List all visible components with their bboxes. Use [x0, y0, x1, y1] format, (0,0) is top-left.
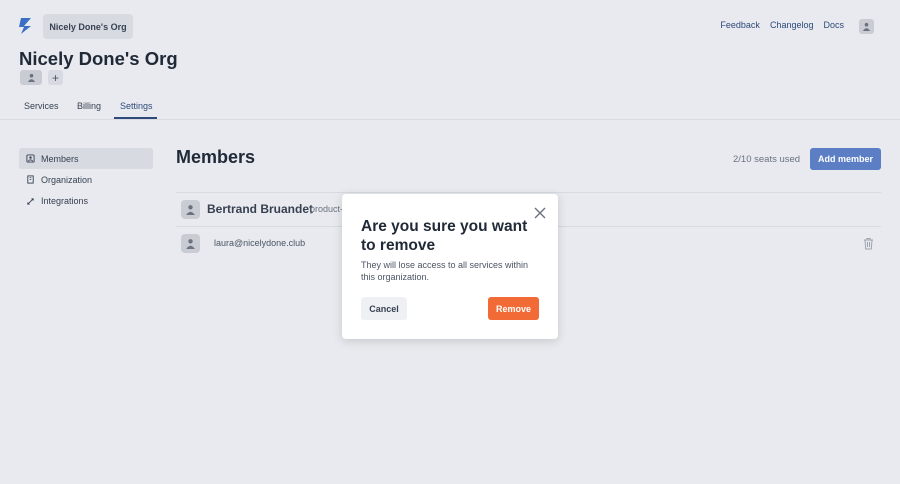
- docs-link[interactable]: Docs: [823, 20, 844, 30]
- rocket-icon: [27, 197, 34, 205]
- sidebar-item-organization[interactable]: Organization: [19, 169, 153, 190]
- sidebar-item-label: Integrations: [41, 196, 89, 207]
- seats-used-label: 2/10 seats used: [733, 154, 801, 165]
- member-avatar-group: +: [20, 70, 63, 85]
- trash-icon[interactable]: [863, 237, 874, 250]
- sidebar-item-integrations[interactable]: Integrations: [19, 191, 153, 212]
- feedback-link[interactable]: Feedback: [720, 20, 760, 30]
- plus-icon: +: [51, 70, 59, 85]
- changelog-link[interactable]: Changelog: [770, 20, 814, 30]
- tab-billing[interactable]: Billing: [77, 101, 101, 111]
- remove-button[interactable]: Remove: [488, 297, 539, 320]
- page-title: Nicely Done's Org: [19, 48, 178, 69]
- org-switcher-button[interactable]: Nicely Done's Org: [43, 14, 133, 39]
- member-name: Bertrand Bruandet: [207, 202, 314, 216]
- building-icon: [27, 175, 34, 184]
- dialog-body: They will lose access to all services wi…: [361, 260, 529, 282]
- section-title: Members: [176, 147, 256, 167]
- settings-sidebar: Members Organization Integrations: [19, 148, 153, 212]
- user-icon: [186, 239, 195, 249]
- user-icon: [862, 22, 871, 31]
- tab-settings[interactable]: Settings: [120, 101, 153, 111]
- member-avatar: [181, 234, 200, 253]
- confirm-remove-dialog: Are you sure you want to remove They wil…: [342, 194, 558, 339]
- member-role: product-: [310, 204, 344, 214]
- sidebar-item-members[interactable]: Members: [19, 148, 153, 169]
- user-avatar[interactable]: [859, 19, 874, 34]
- active-tab-indicator: [114, 117, 157, 119]
- sidebar-item-label: Members: [41, 153, 79, 164]
- cancel-button[interactable]: Cancel: [361, 297, 407, 320]
- add-member-button[interactable]: Add member: [810, 148, 881, 170]
- member-email: laura@nicelydone.club: [214, 238, 306, 248]
- dialog-title: Are you sure you want to remove: [361, 218, 528, 254]
- tab-services[interactable]: Services: [24, 101, 59, 111]
- top-bar: Nicely Done's Org Feedback Changelog Doc…: [0, 0, 900, 52]
- top-links: Feedback Changelog Docs: [720, 20, 844, 30]
- tab-bar: Services Billing Settings: [0, 96, 900, 120]
- user-icon: [27, 73, 35, 82]
- app-logo-icon[interactable]: [18, 17, 34, 35]
- sidebar-item-label: Organization: [41, 174, 93, 185]
- user-icon: [186, 205, 195, 215]
- members-icon: [26, 154, 35, 163]
- add-member-icon-button[interactable]: +: [48, 70, 63, 85]
- close-icon[interactable]: [534, 207, 546, 219]
- member-avatar[interactable]: [20, 70, 42, 85]
- member-avatar: [181, 200, 200, 219]
